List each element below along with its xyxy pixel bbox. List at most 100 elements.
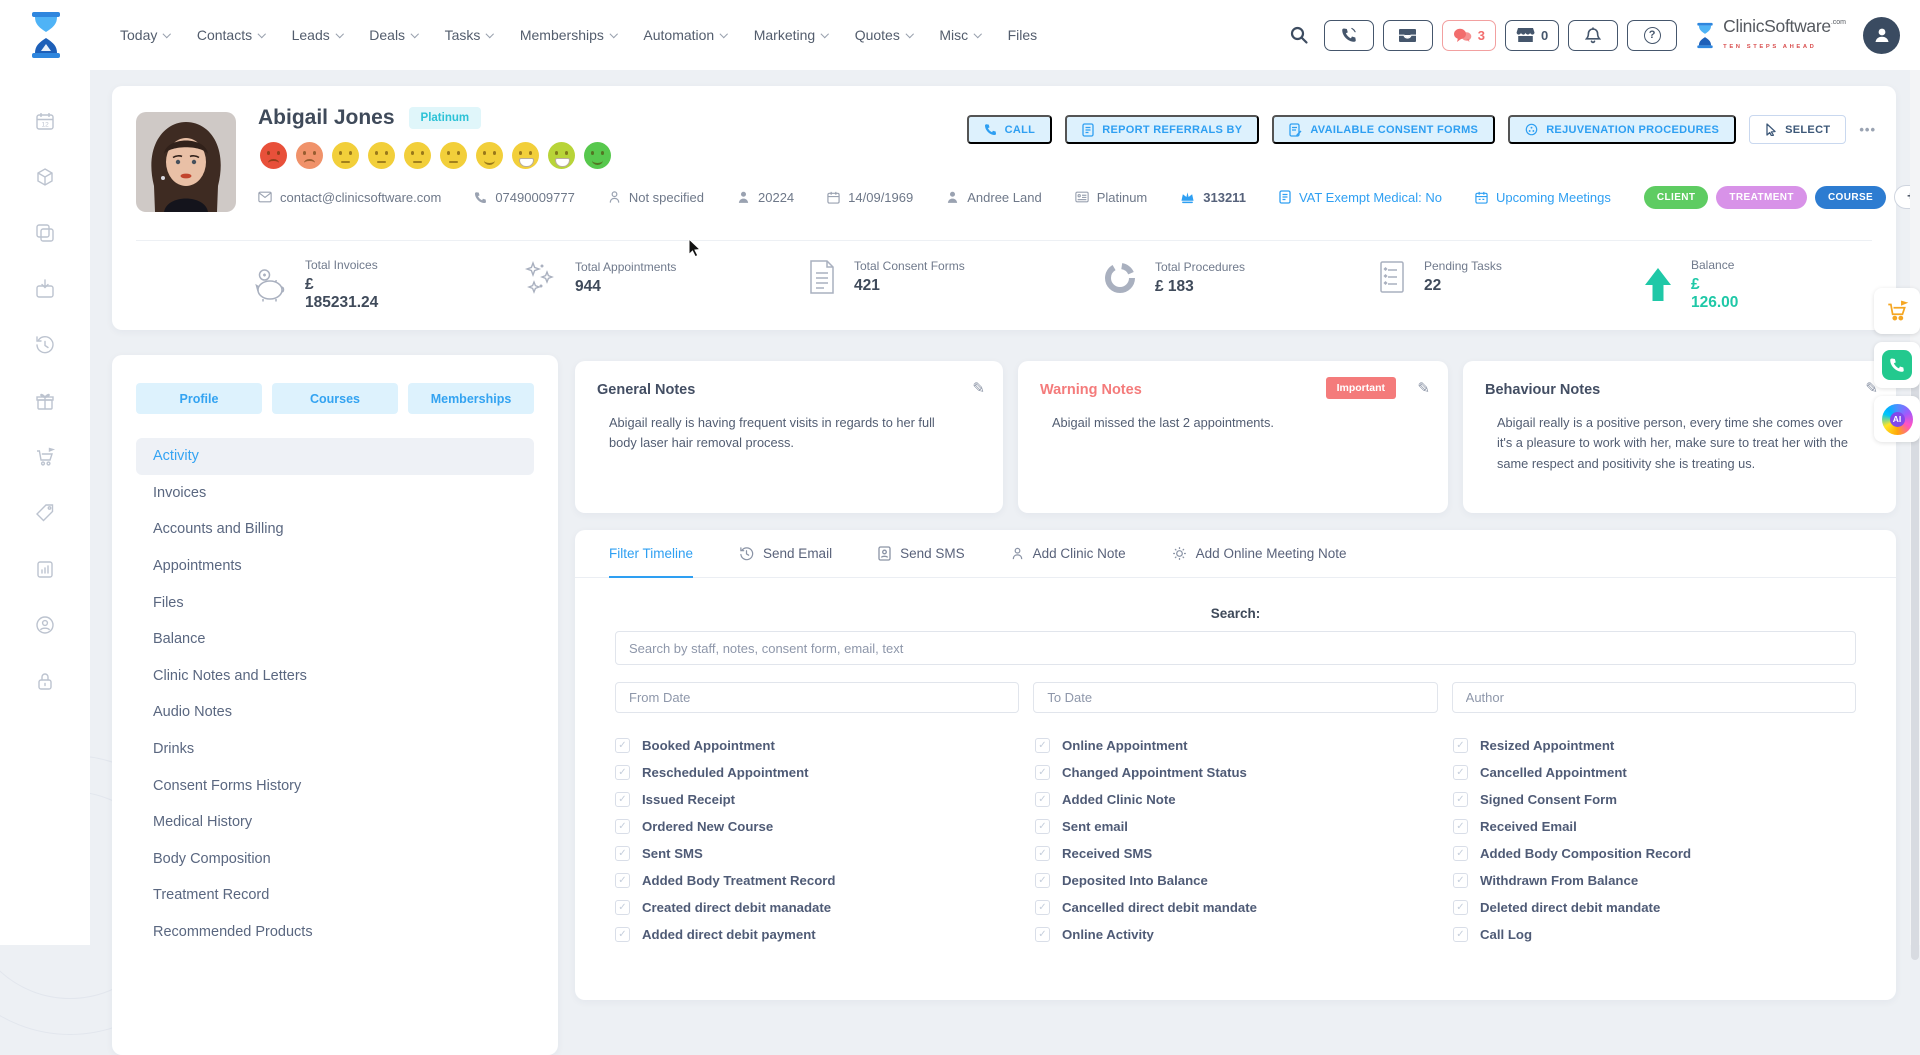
patient-phone[interactable]: 07490009777 [474, 190, 575, 205]
filter-withdrawn-from-balance[interactable]: ✓Withdrawn From Balance [1453, 871, 1856, 889]
checkbox[interactable]: ✓ [1035, 927, 1050, 942]
filter-added-dd-payment[interactable]: ✓Added direct debit payment [615, 925, 1035, 943]
notifications-button[interactable] [1568, 20, 1618, 51]
filter-resized-appointment[interactable]: ✓Resized Appointment [1453, 736, 1856, 754]
checkbox[interactable]: ✓ [1035, 873, 1050, 888]
menu-item-medical-history[interactable]: Medical History [136, 804, 534, 841]
author-input[interactable] [1452, 682, 1856, 713]
menu-item-clinic-notes[interactable]: Clinic Notes and Letters [136, 658, 534, 695]
checkbox[interactable]: ✓ [615, 927, 630, 942]
vat-status[interactable]: VAT Exempt Medical: No [1279, 190, 1442, 205]
checkbox[interactable]: ✓ [1035, 819, 1050, 834]
filter-cancelled-dd-mandate[interactable]: ✓Cancelled direct debit mandate [1035, 898, 1453, 916]
package-icon[interactable] [34, 166, 56, 188]
menu-item-consent-forms-history[interactable]: Consent Forms History [136, 767, 534, 804]
filter-rescheduled-appointment[interactable]: ✓Rescheduled Appointment [615, 763, 1035, 781]
tag-icon[interactable] [34, 502, 56, 524]
timeline-search-input[interactable] [615, 631, 1856, 665]
filter-issued-receipt[interactable]: ✓Issued Receipt [615, 790, 1035, 808]
mood-8-icon[interactable] [512, 142, 539, 169]
filter-added-clinic-note[interactable]: ✓Added Clinic Note [1035, 790, 1453, 808]
report-chart-icon[interactable] [34, 558, 56, 580]
menu-item-body-composition[interactable]: Body Composition [136, 841, 534, 878]
checkbox[interactable]: ✓ [1453, 873, 1468, 888]
filter-online-activity[interactable]: ✓Online Activity [1035, 925, 1453, 943]
filter-changed-appointment-status[interactable]: ✓Changed Appointment Status [1035, 763, 1453, 781]
menu-item-balance[interactable]: Balance [136, 621, 534, 658]
call-button[interactable]: CALL [967, 115, 1053, 144]
inbox-button[interactable] [1383, 20, 1433, 51]
menu-item-treatment-record[interactable]: Treatment Record [136, 877, 534, 914]
nav-contacts[interactable]: Contacts [197, 27, 265, 43]
patient-email[interactable]: contact@clinicsoftware.com [258, 190, 441, 205]
tab-memberships[interactable]: Memberships [408, 383, 534, 414]
history-icon[interactable] [34, 334, 56, 356]
checkbox[interactable]: ✓ [1453, 846, 1468, 861]
calendar-icon[interactable]: 12 [34, 110, 56, 132]
nav-deals[interactable]: Deals [369, 27, 417, 43]
scrollbar-thumb[interactable] [1911, 370, 1919, 960]
filter-ordered-new-course[interactable]: ✓Ordered New Course [615, 817, 1035, 835]
tab-add-clinic-note[interactable]: Add Clinic Note [1011, 530, 1126, 577]
nav-marketing[interactable]: Marketing [754, 27, 828, 43]
menu-item-accounts-billing[interactable]: Accounts and Billing [136, 511, 534, 548]
lock-icon[interactable] [34, 670, 56, 692]
filter-signed-consent-form[interactable]: ✓Signed Consent Form [1453, 790, 1856, 808]
edit-pencil-icon[interactable]: ✎ [972, 379, 985, 397]
menu-item-audio-notes[interactable]: Audio Notes [136, 694, 534, 731]
dialer-button[interactable] [1324, 20, 1374, 51]
filter-added-body-treatment-record[interactable]: ✓Added Body Treatment Record [615, 871, 1035, 889]
mood-1-icon[interactable] [260, 142, 287, 169]
edit-pencil-icon[interactable]: ✎ [1417, 379, 1430, 397]
to-date-input[interactable] [1033, 682, 1437, 713]
account-circle-icon[interactable] [34, 614, 56, 636]
filter-received-sms[interactable]: ✓Received SMS [1035, 844, 1453, 862]
tab-filter-timeline[interactable]: Filter Timeline [609, 530, 693, 577]
nav-today[interactable]: Today [120, 27, 170, 43]
nav-automation[interactable]: Automation [643, 27, 726, 43]
filter-call-log[interactable]: ✓Call Log [1453, 925, 1856, 943]
whatsapp-button[interactable] [1874, 342, 1920, 388]
checkbox[interactable]: ✓ [615, 819, 630, 834]
cart-float-button[interactable] [1874, 288, 1920, 334]
checkbox[interactable]: ✓ [1035, 900, 1050, 915]
mood-9-icon[interactable] [548, 142, 575, 169]
mood-7-icon[interactable] [476, 142, 503, 169]
checkbox[interactable]: ✓ [1453, 738, 1468, 753]
select-button[interactable]: SELECT [1749, 115, 1846, 144]
checkbox[interactable]: ✓ [615, 873, 630, 888]
tab-send-sms[interactable]: Send SMS [878, 530, 965, 577]
copy-icon[interactable] [34, 222, 56, 244]
nav-tasks[interactable]: Tasks [445, 27, 493, 43]
help-button[interactable]: ? [1627, 20, 1677, 51]
more-actions-button[interactable]: ••• [1859, 122, 1876, 137]
calendar-import-icon[interactable] [34, 278, 56, 300]
filter-deposited-into-balance[interactable]: ✓Deposited Into Balance [1035, 871, 1453, 889]
search-icon[interactable] [1289, 25, 1309, 45]
report-referrals-button[interactable]: REPORT REFERRALS BY [1065, 115, 1259, 144]
mood-5-icon[interactable] [404, 142, 431, 169]
filter-received-email[interactable]: ✓Received Email [1453, 817, 1856, 835]
checkbox[interactable]: ✓ [1453, 819, 1468, 834]
checkbox[interactable]: ✓ [1453, 765, 1468, 780]
mood-4-icon[interactable] [368, 142, 395, 169]
tab-courses[interactable]: Courses [272, 383, 398, 414]
checkbox[interactable]: ✓ [615, 738, 630, 753]
from-date-input[interactable] [615, 682, 1019, 713]
checkbox[interactable]: ✓ [1453, 792, 1468, 807]
tab-profile[interactable]: Profile [136, 383, 262, 414]
menu-item-files[interactable]: Files [136, 584, 534, 621]
filter-added-body-composition-record[interactable]: ✓Added Body Composition Record [1453, 844, 1856, 862]
rejuvenation-button[interactable]: REJUVENATION PROCEDURES [1508, 115, 1736, 144]
checkbox[interactable]: ✓ [1453, 900, 1468, 915]
chat-messages-button[interactable]: 3 [1442, 20, 1496, 51]
mood-3-icon[interactable] [332, 142, 359, 169]
consent-forms-button[interactable]: AVAILABLE CONSENT FORMS [1272, 115, 1495, 144]
checkbox[interactable]: ✓ [1453, 927, 1468, 942]
store-button[interactable]: 0 [1505, 20, 1559, 51]
menu-item-appointments[interactable]: Appointments [136, 548, 534, 585]
filter-sent-email[interactable]: ✓Sent email [1035, 817, 1453, 835]
cart-icon[interactable] [34, 446, 56, 468]
menu-item-drinks[interactable]: Drinks [136, 731, 534, 768]
menu-item-activity[interactable]: Activity [136, 438, 534, 475]
